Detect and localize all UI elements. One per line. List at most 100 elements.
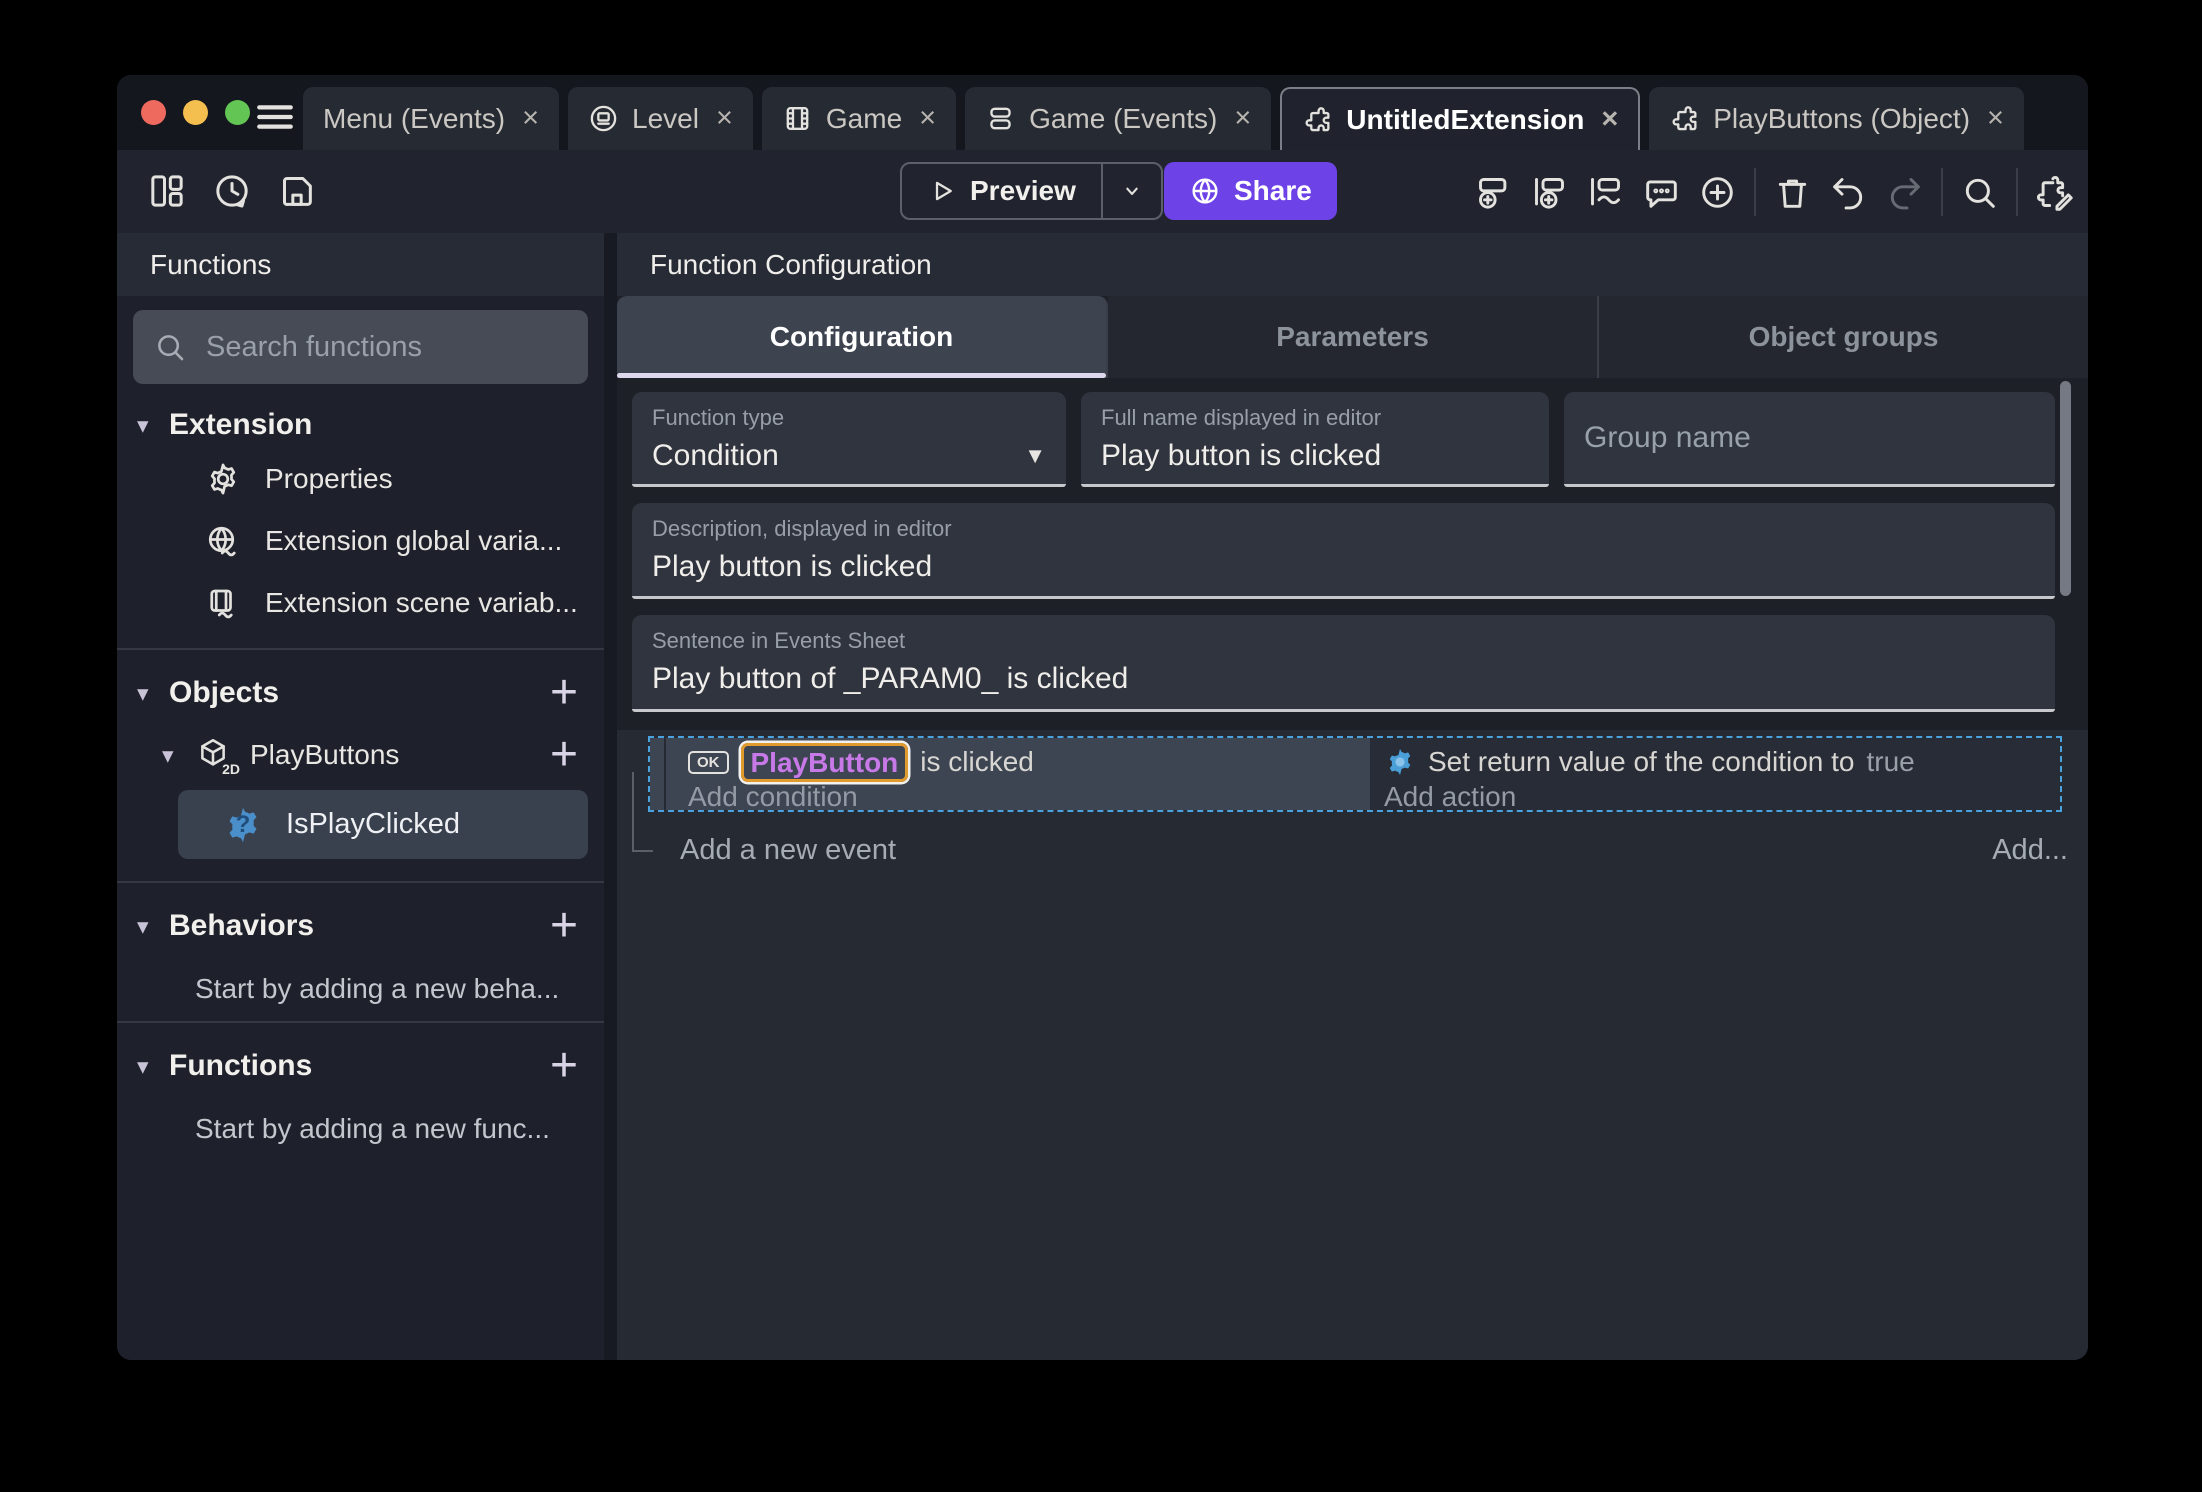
- circle-plus-icon[interactable]: [1698, 173, 1737, 212]
- dropdown-arrow-icon[interactable]: ▼: [1024, 443, 1046, 469]
- tab-level[interactable]: Level ×: [568, 87, 753, 150]
- add-new-event-button[interactable]: Add a new event: [680, 834, 896, 867]
- puzzle-icon: [1669, 103, 1700, 134]
- preview-button[interactable]: Preview: [900, 162, 1163, 220]
- close-window-button[interactable]: [141, 100, 166, 125]
- puzzle-icon: [1302, 104, 1333, 135]
- page-title: Function Configuration: [617, 233, 2088, 296]
- chevron-down-icon[interactable]: ▾: [162, 742, 194, 769]
- question-glyph: ?: [235, 810, 251, 838]
- condition-text: is clicked: [920, 746, 1034, 777]
- group-name-field[interactable]: Group name: [1564, 392, 2055, 487]
- description-field[interactable]: Description, displayed in editor Play bu…: [632, 503, 2055, 599]
- maximize-window-button[interactable]: [225, 100, 250, 125]
- window-controls: [141, 100, 250, 125]
- add-event-icon[interactable]: [1474, 173, 1513, 212]
- close-icon[interactable]: ×: [919, 102, 936, 135]
- section-behaviors[interactable]: ▾ Behaviors +: [117, 901, 604, 951]
- tab-label: PlayButtons (Object): [1713, 102, 1971, 134]
- search-box[interactable]: [133, 310, 588, 384]
- preview-dropdown-button[interactable]: [1103, 164, 1161, 218]
- sidebar-item-playbuttons[interactable]: ▾ 2D PlayButtons +: [117, 726, 604, 784]
- toolbar: Preview Share: [117, 150, 2088, 233]
- section-label: Extension: [169, 408, 313, 441]
- events-sheet-icon: [985, 103, 1016, 134]
- save-icon[interactable]: [277, 171, 317, 211]
- tab-playbuttons-object[interactable]: PlayButtons (Object) ×: [1649, 87, 2024, 150]
- chevron-down-icon[interactable]: ▾: [137, 1053, 169, 1080]
- event-tree-guide: [632, 772, 653, 852]
- actions-column[interactable]: Set return value of the condition to tru…: [1370, 738, 2060, 813]
- globe-icon: [1192, 178, 1218, 204]
- scrollbar-thumb[interactable]: [2060, 381, 2071, 596]
- section-extension[interactable]: ▾ Extension: [117, 402, 604, 448]
- add-object-button[interactable]: +: [550, 669, 578, 717]
- divider: [117, 1021, 604, 1023]
- tab-menu-events[interactable]: Menu (Events) ×: [303, 87, 560, 150]
- sidebar-item-properties[interactable]: Properties: [117, 448, 604, 510]
- chevron-down-icon[interactable]: ▾: [137, 680, 169, 707]
- close-icon[interactable]: ×: [1987, 102, 2004, 135]
- tab-object-groups[interactable]: Object groups: [1599, 296, 2088, 378]
- search-icon[interactable]: [1960, 173, 1999, 212]
- close-icon[interactable]: ×: [1234, 102, 1251, 135]
- tab-untitled-extension[interactable]: UntitledExtension ×: [1280, 87, 1641, 150]
- add-comment-icon[interactable]: [1642, 173, 1681, 212]
- editor-tabs: Menu (Events) × Level × Game × Game (Eve…: [303, 87, 2024, 150]
- field-value: Play button is clicked: [1101, 439, 1382, 472]
- main-menu-icon[interactable]: [254, 96, 296, 138]
- item-label: Properties: [265, 463, 393, 494]
- panels-layout-icon[interactable]: [147, 171, 187, 211]
- field-value: Play button of _PARAM0_ is clicked: [652, 662, 1129, 695]
- app-window: Menu (Events) × Level × Game × Game (Eve…: [117, 75, 2088, 1360]
- function-type-select[interactable]: Function type Condition ▼: [632, 392, 1066, 487]
- tab-label: Menu (Events): [323, 102, 506, 134]
- add-object-function-button[interactable]: +: [550, 731, 578, 779]
- redo-icon[interactable]: [1885, 173, 1924, 212]
- tab-configuration[interactable]: Configuration: [617, 296, 1108, 378]
- close-icon[interactable]: ×: [1601, 103, 1618, 136]
- share-label: Share: [1234, 175, 1312, 206]
- action-value[interactable]: true: [1867, 746, 1915, 778]
- tab-game-events[interactable]: Game (Events) ×: [965, 87, 1272, 150]
- chevron-down-icon[interactable]: ▾: [137, 913, 169, 940]
- add-subevent-icon[interactable]: [1530, 173, 1569, 212]
- minimize-window-button[interactable]: [183, 100, 208, 125]
- condition-object-name[interactable]: PlayButton: [740, 742, 909, 782]
- add-more-button[interactable]: Add...: [1992, 834, 2068, 867]
- history-icon[interactable]: [212, 171, 252, 211]
- close-icon[interactable]: ×: [522, 102, 539, 135]
- share-button[interactable]: Share: [1164, 162, 1337, 220]
- undo-icon[interactable]: [1829, 173, 1868, 212]
- add-function-button[interactable]: +: [550, 1042, 578, 1090]
- add-condition-button[interactable]: Add condition: [688, 781, 1370, 813]
- add-action-button[interactable]: Add action: [1384, 781, 2060, 813]
- section-objects[interactable]: ▾ Objects +: [117, 668, 604, 718]
- preview-button-main[interactable]: Preview: [902, 164, 1101, 218]
- sidebar-item-global-variables[interactable]: Extension global varia...: [117, 510, 604, 572]
- sentence-field[interactable]: Sentence in Events Sheet Play button of …: [632, 615, 2055, 712]
- field-value: Condition: [652, 439, 779, 472]
- tab-game[interactable]: Game ×: [761, 87, 957, 150]
- tab-label: Game (Events): [1029, 102, 1218, 134]
- item-label: Extension global varia...: [265, 525, 563, 556]
- event-row-selected[interactable]: OK PlayButton is clicked Add condition S…: [648, 736, 2062, 812]
- 2d-badge: 2D: [222, 761, 240, 777]
- add-behavior-button[interactable]: +: [550, 902, 578, 950]
- search-input[interactable]: [204, 329, 568, 365]
- divider: [1754, 168, 1756, 216]
- close-icon[interactable]: ×: [716, 102, 733, 135]
- field-label: Function type: [652, 405, 785, 430]
- sidebar-item-isplayclicked[interactable]: ? IsPlayClicked: [178, 790, 588, 859]
- delete-icon[interactable]: [1773, 173, 1812, 212]
- add-other-event-icon[interactable]: [1586, 173, 1625, 212]
- sidebar-item-scene-variables[interactable]: Extension scene variab...: [117, 572, 604, 634]
- full-name-field[interactable]: Full name displayed in editor Play butto…: [1081, 392, 1549, 487]
- tab-parameters[interactable]: Parameters: [1108, 296, 1599, 378]
- field-label: Sentence in Events Sheet: [652, 628, 906, 653]
- section-functions[interactable]: ▾ Functions +: [117, 1041, 604, 1091]
- chevron-down-icon[interactable]: ▾: [137, 412, 169, 439]
- conditions-column[interactable]: OK PlayButton is clicked Add condition: [666, 738, 1370, 813]
- panel-divider[interactable]: [604, 233, 617, 1360]
- edit-extension-icon[interactable]: [2035, 173, 2074, 212]
